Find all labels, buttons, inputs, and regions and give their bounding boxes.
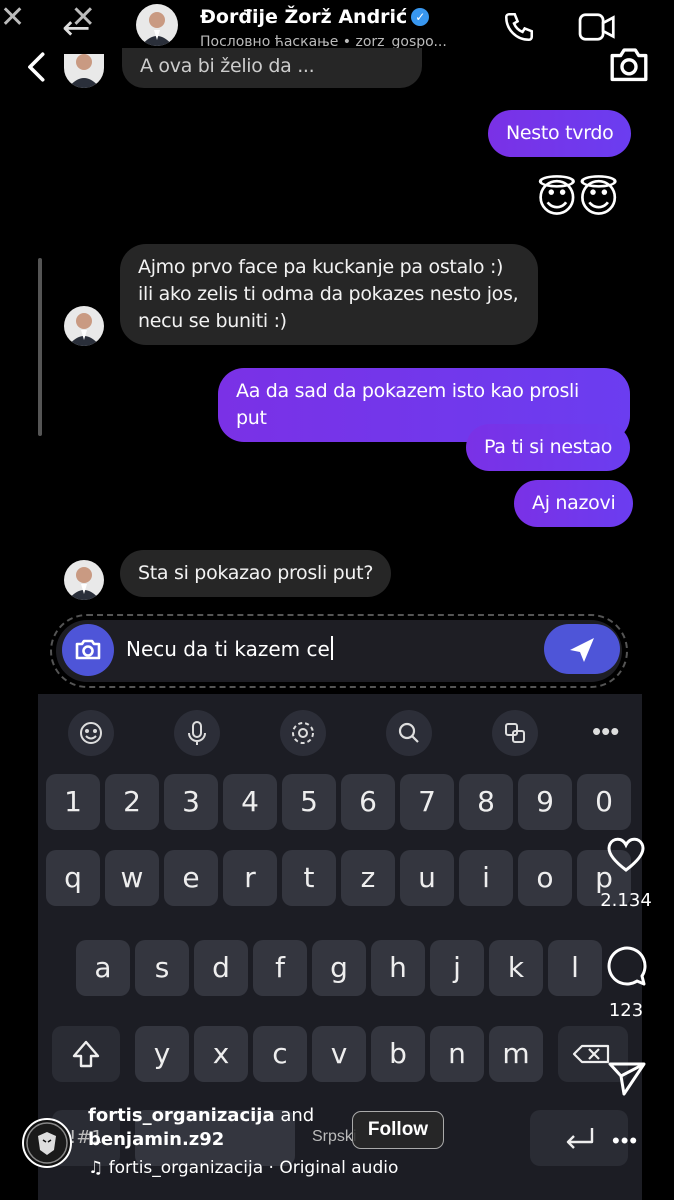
- avatar: [64, 306, 104, 346]
- key[interactable]: c: [253, 1026, 307, 1082]
- key[interactable]: d: [194, 940, 248, 996]
- spacebar-language: Srpski: [312, 1128, 357, 1145]
- emoji-reaction: 😇😇: [536, 176, 620, 222]
- likes-count: 2.134: [600, 890, 652, 911]
- key[interactable]: x: [194, 1026, 248, 1082]
- key[interactable]: a: [76, 940, 130, 996]
- author-2[interactable]: benjamin.z92: [88, 1128, 314, 1152]
- phone-icon[interactable]: [502, 10, 536, 49]
- key[interactable]: u: [400, 850, 454, 906]
- more-vertical-icon[interactable]: •••: [612, 1128, 638, 1154]
- message-out[interactable]: Aj nazovi: [514, 480, 634, 527]
- comments-count: 123: [608, 1000, 644, 1021]
- and-text: and: [280, 1105, 315, 1126]
- shift-key[interactable]: [52, 1026, 120, 1082]
- follow-button[interactable]: Follow: [352, 1111, 444, 1149]
- key[interactable]: 1: [46, 774, 100, 830]
- composer-camera-button[interactable]: [62, 624, 114, 676]
- key[interactable]: f: [253, 940, 307, 996]
- key[interactable]: 4: [223, 774, 277, 830]
- key[interactable]: w: [105, 850, 159, 906]
- avatar: [64, 560, 104, 600]
- audio-label: fortis_organizacija · Original audio: [108, 1158, 399, 1178]
- more-icon[interactable]: •••: [592, 716, 619, 747]
- send-button[interactable]: [544, 624, 620, 674]
- key[interactable]: m: [489, 1026, 543, 1082]
- message-out[interactable]: Nesto tvrdo: [488, 110, 632, 157]
- mic-icon[interactable]: [174, 710, 220, 756]
- contact-name-text: Đorđije Žorž Andrić: [200, 6, 408, 28]
- back-arrow-icon[interactable]: ←: [62, 8, 91, 48]
- message-partial: A ova bi želio da ...: [122, 48, 422, 88]
- key[interactable]: b: [371, 1026, 425, 1082]
- message-in[interactable]: Sta si pokazao prosli put?: [120, 550, 392, 597]
- key[interactable]: z: [341, 850, 395, 906]
- settings-icon[interactable]: [280, 710, 326, 756]
- share-icon[interactable]: [606, 1058, 648, 1103]
- message-line: ili ako zelis ti odma da pokazes nesto j…: [138, 283, 519, 305]
- key[interactable]: 9: [518, 774, 572, 830]
- key[interactable]: e: [164, 850, 218, 906]
- key[interactable]: v: [312, 1026, 366, 1082]
- music-icon: ♫: [88, 1158, 104, 1178]
- reply-indicator: [38, 258, 42, 436]
- comment-icon[interactable]: [604, 944, 648, 993]
- message-line: necu se buniti :): [138, 310, 287, 332]
- audio-line[interactable]: ♫ fortis_organizacija · Original audio: [88, 1158, 398, 1178]
- key[interactable]: i: [459, 850, 513, 906]
- message-line: Ajmo prvo face pa kuckanje pa ostalo :): [138, 256, 504, 278]
- key[interactable]: n: [430, 1026, 484, 1082]
- verified-icon: ✓: [411, 8, 430, 26]
- key[interactable]: 5: [282, 774, 336, 830]
- key[interactable]: 3: [164, 774, 218, 830]
- search-icon[interactable]: [386, 710, 432, 756]
- author-avatar[interactable]: [22, 1118, 72, 1168]
- avatar: [64, 54, 104, 88]
- key[interactable]: q: [46, 850, 100, 906]
- input-value: Necu da ti kazem ce: [126, 637, 330, 661]
- contact-avatar[interactable]: [136, 4, 178, 46]
- message-input-text[interactable]: Necu da ti kazem ce: [126, 636, 333, 661]
- key[interactable]: 6: [341, 774, 395, 830]
- video-icon[interactable]: [578, 12, 616, 47]
- translate-icon[interactable]: [492, 710, 538, 756]
- author-names: fortis_organizacija and benjamin.z92: [88, 1104, 314, 1152]
- faded-close-icons: ✕ ✕: [0, 0, 114, 35]
- emoji-icon[interactable]: [68, 710, 114, 756]
- key[interactable]: l: [548, 940, 602, 996]
- key[interactable]: j: [430, 940, 484, 996]
- key[interactable]: o: [518, 850, 572, 906]
- key[interactable]: 2: [105, 774, 159, 830]
- message-in[interactable]: Ajmo prvo face pa kuckanje pa ostalo :) …: [120, 244, 538, 345]
- key[interactable]: 7: [400, 774, 454, 830]
- contact-name: Đorđije Žorž Andrić ✓: [200, 6, 430, 28]
- key[interactable]: 0: [577, 774, 631, 830]
- text-caret: [330, 636, 333, 660]
- key[interactable]: h: [371, 940, 425, 996]
- key[interactable]: k: [489, 940, 543, 996]
- key[interactable]: r: [223, 850, 277, 906]
- key[interactable]: g: [312, 940, 366, 996]
- key[interactable]: s: [135, 940, 189, 996]
- heart-icon[interactable]: [604, 834, 648, 879]
- camera-icon[interactable]: [608, 44, 650, 89]
- key[interactable]: y: [135, 1026, 189, 1082]
- key[interactable]: t: [282, 850, 336, 906]
- author-1[interactable]: fortis_organizacija: [88, 1105, 275, 1126]
- key[interactable]: 8: [459, 774, 513, 830]
- message-out[interactable]: Pa ti si nestao: [466, 424, 631, 471]
